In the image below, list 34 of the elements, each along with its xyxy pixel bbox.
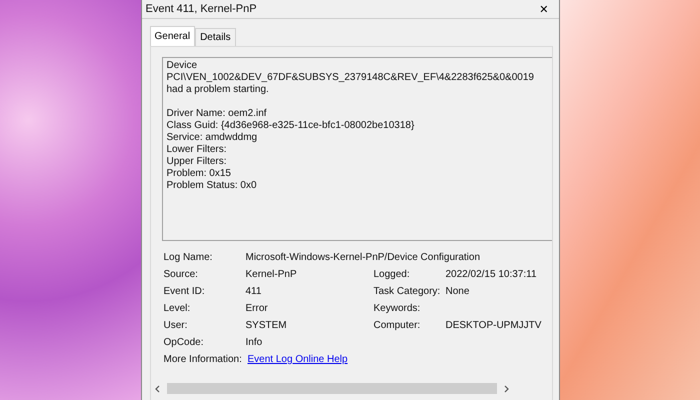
property-value: None xyxy=(446,286,470,298)
property-value: Error xyxy=(246,303,269,315)
event-detail-line: Lower Filters: xyxy=(166,144,228,156)
property-label: Level: xyxy=(164,303,192,315)
tab[interactable]: General xyxy=(150,26,196,46)
property-label: Computer: xyxy=(374,320,422,332)
event-detail-line: Upper Filters: xyxy=(166,156,228,168)
property-label: Logged: xyxy=(374,269,411,281)
property-label: OpCode: xyxy=(164,337,205,349)
scrollbar-thumb[interactable] xyxy=(166,383,496,394)
property-label: Source: xyxy=(164,269,199,281)
event-message: Device PCI\VEN_1002&DEV_67DF&SUBSYS_2379148C&REV_EF\4&2283f625&0&0019 had a problem starting. xyxy=(166,60,535,96)
property-value: 2022/02/15 10:37:11 xyxy=(446,269,538,281)
property-value: 411 xyxy=(246,286,262,298)
property-label: User: xyxy=(164,320,188,332)
close-button[interactable]: ✕ xyxy=(533,2,554,16)
event-detail-line: Driver Name: oem2.inf xyxy=(166,108,268,120)
tab[interactable]: Details xyxy=(195,28,236,46)
property-value: DESKTOP-UPMJJTV xyxy=(446,320,542,332)
event-detail-line: Problem: 0x15 xyxy=(166,168,232,180)
event-detail-line: Class Guid: {4d36e968-e325-11ce-bfc1-08002be10318} xyxy=(166,120,416,132)
property-label: Task Category: xyxy=(374,286,442,298)
window-title: Event 411, Kernel-PnP xyxy=(146,3,257,15)
event-detail-line: Problem Status: 0x0 xyxy=(166,180,258,192)
property-label: More Information: xyxy=(164,354,243,366)
property-label: Keywords: xyxy=(374,303,422,315)
property-value: Microsoft-Windows-Kernel-PnP/Device Configuration xyxy=(246,252,482,264)
property-label: Log Name: xyxy=(164,252,214,264)
event-detail-line: Service: amdwddmg xyxy=(166,132,258,144)
property-label: Event ID: xyxy=(164,286,206,298)
help-link[interactable]: Event Log Online Help xyxy=(248,354,348,366)
property-value: Info xyxy=(246,337,264,349)
property-value: Kernel-PnP xyxy=(246,269,298,281)
property-value: SYSTEM xyxy=(246,320,288,332)
